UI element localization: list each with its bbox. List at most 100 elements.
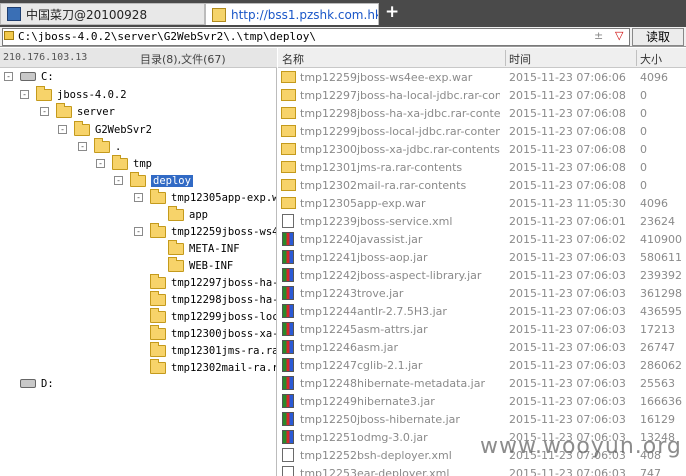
tree-node[interactable]: tmp12302mail-ra.rar-contents xyxy=(134,358,277,376)
file-row[interactable]: tmp12240javassist.jar 2015-11-23 07:06:02… xyxy=(278,231,686,249)
file-row[interactable]: tmp12259jboss-ws4ee-exp.war 2015-11-23 07… xyxy=(278,69,686,87)
tree-node[interactable]: - tmp xyxy=(96,154,152,172)
file-row[interactable]: tmp12242jboss-aspect-library.jar 2015-11-… xyxy=(278,267,686,285)
tree-expander-icon[interactable]: - xyxy=(78,142,87,151)
file-row[interactable]: tmp12253ear-deployer.xml 2015-11-23 07:06… xyxy=(278,465,686,476)
file-row[interactable]: tmp12305app-exp.war 2015-11-23 11:05:30 40… xyxy=(278,195,686,213)
tree-node[interactable]: WEB-INF xyxy=(152,256,233,274)
file-name: tmp12297jboss-ha-local-jdbc.rar-contents xyxy=(300,89,500,102)
file-row[interactable]: tmp12247cglib-2.1.jar 2015-11-23 07:06:03… xyxy=(278,357,686,375)
column-name[interactable]: 名称 xyxy=(282,51,304,67)
file-row[interactable]: tmp12244antlr-2.7.5H3.jar 2015-11-23 07:0… xyxy=(278,303,686,321)
file-row[interactable]: tmp12250jboss-hibernate.jar 2015-11-23 07… xyxy=(278,411,686,429)
tree-node[interactable]: tmp12299jboss-local-jdbc.rar-contents xyxy=(134,307,277,325)
file-row[interactable]: tmp12246asm.jar 2015-11-23 07:06:03 26747 xyxy=(278,339,686,357)
tree-node[interactable]: app xyxy=(152,205,208,223)
tree-expander-icon[interactable]: - xyxy=(20,90,29,99)
tree-node[interactable]: tmp12301jms-ra.rar-contents xyxy=(134,341,276,359)
folder-icon xyxy=(74,120,90,136)
tree-node[interactable]: tmp12300jboss-xa-jdbc.rar-contents xyxy=(134,324,276,342)
tree-node[interactable]: - jboss-4.0.2 xyxy=(20,85,127,103)
directory-tree: - C: - jboss-4.0.2- server - G2WebSvr2-. - tmp - d… xyxy=(0,68,277,476)
folder-icon xyxy=(168,239,184,255)
file-row[interactable]: tmp12297jboss-ha-local-jdbc.rar-contents… xyxy=(278,87,686,105)
tree-node[interactable]: META-INF xyxy=(152,239,240,257)
file-time: 2015-11-23 07:06:03 xyxy=(509,359,626,372)
tree-expander-icon[interactable]: - xyxy=(4,72,13,81)
tree-expander-icon[interactable]: - xyxy=(114,176,123,185)
chevron-down-icon[interactable]: ▽ xyxy=(615,29,623,42)
tab-active-url[interactable]: http://bss1.pzshk.com.hk/ap... xyxy=(205,3,379,25)
file-name: tmp12241jboss-aop.jar xyxy=(300,251,428,264)
tree-node[interactable]: - deploy xyxy=(114,171,193,189)
jar-file-icon xyxy=(282,340,294,354)
app-icon xyxy=(7,7,21,21)
file-row[interactable]: tmp12245asm-attrs.jar 2015-11-23 07:06:03… xyxy=(278,321,686,339)
path-input[interactable]: C:\jboss-4.0.2\server\G2WebSvr2\.\tmp\de… xyxy=(2,28,630,46)
column-divider[interactable] xyxy=(505,50,506,66)
tree-node[interactable]: D: xyxy=(4,375,54,392)
tab-caidao[interactable]: 中国菜刀@20100928 xyxy=(0,3,205,25)
tree-node[interactable]: -. xyxy=(78,137,122,155)
tree-node[interactable]: - tmp12305app-exp.war xyxy=(134,188,276,206)
file-name: tmp12250jboss-hibernate.jar xyxy=(300,413,460,426)
tree-node-label: tmp12302mail-ra.rar-contents xyxy=(171,361,277,374)
file-list-header: 名称 时间 大小 xyxy=(278,48,686,68)
file-row[interactable]: tmp12302mail-ra.rar-contents 2015-11-23 0… xyxy=(278,177,686,195)
tree-node-label: . xyxy=(115,140,122,153)
drive-icon xyxy=(20,379,36,388)
file-name: tmp12299jboss-local-jdbc.rar-contents xyxy=(300,125,500,138)
file-row[interactable]: tmp12299jboss-local-jdbc.rar-contents 201… xyxy=(278,123,686,141)
column-size[interactable]: 大小 xyxy=(640,51,662,67)
folder-icon xyxy=(281,107,296,119)
folder-icon xyxy=(281,71,296,83)
file-row[interactable]: tmp12239jboss-service.xml 2015-11-23 07:0… xyxy=(278,213,686,231)
xml-file-icon xyxy=(282,466,294,476)
tree-node-label: deploy xyxy=(151,174,193,187)
tree-node[interactable]: - tmp12259jboss-ws4ee-exp.war xyxy=(134,222,276,240)
folder-icon xyxy=(281,197,296,209)
tree-expander-icon[interactable]: - xyxy=(58,125,67,134)
file-row[interactable]: tmp12298jboss-ha-xa-jdbc.rar-contents 201… xyxy=(278,105,686,123)
file-name: tmp12243trove.jar xyxy=(300,287,404,300)
file-size: 239392 xyxy=(640,269,682,282)
folder-icon xyxy=(150,324,166,340)
file-size: 0 xyxy=(640,179,647,192)
tree-node[interactable]: - C: xyxy=(4,68,54,85)
tree-node-label: tmp12299jboss-local-jdbc.rar-contents xyxy=(171,310,277,323)
file-row[interactable]: tmp12243trove.jar 2015-11-23 07:06:03 3612… xyxy=(278,285,686,303)
tree-expander-icon[interactable]: - xyxy=(134,227,143,236)
file-row[interactable]: tmp12300jboss-xa-jdbc.rar-contents 2015-1… xyxy=(278,141,686,159)
file-time: 2015-11-23 07:06:03 xyxy=(509,413,626,426)
column-time[interactable]: 时间 xyxy=(509,51,531,67)
file-row[interactable]: tmp12249hibernate3.jar 2015-11-23 07:06:0… xyxy=(278,393,686,411)
column-divider[interactable] xyxy=(636,50,637,66)
file-time: 2015-11-23 07:06:08 xyxy=(509,125,626,138)
file-name: tmp12248hibernate-metadata.jar xyxy=(300,377,486,390)
xml-file-icon xyxy=(282,448,294,462)
file-row[interactable]: tmp12301jms-ra.rar-contents 2015-11-23 07… xyxy=(278,159,686,177)
tree-node[interactable]: tmp12298jboss-ha-xa-jdbc.rar-contents xyxy=(134,290,276,308)
tree-expander-icon[interactable]: - xyxy=(40,107,49,116)
file-name: tmp12245asm-attrs.jar xyxy=(300,323,428,336)
tree-node[interactable]: tmp12297jboss-ha-local-jdbc.rar-contents xyxy=(134,273,276,291)
folder-icon xyxy=(212,7,226,22)
tree-node[interactable]: - G2WebSvr2 xyxy=(58,120,152,138)
file-name: tmp12300jboss-xa-jdbc.rar-contents xyxy=(300,143,500,156)
tree-node-label: C: xyxy=(41,70,54,83)
file-size: 580611 xyxy=(640,251,682,264)
path-control-icon[interactable]: ± xyxy=(594,29,603,42)
file-list: tmp12259jboss-ws4ee-exp.war 2015-11-23 07… xyxy=(278,69,686,476)
tree-node[interactable]: - server xyxy=(40,102,115,120)
file-name: tmp12244antlr-2.7.5H3.jar xyxy=(300,305,447,318)
file-row[interactable]: tmp12248hibernate-metadata.jar 2015-11-23… xyxy=(278,375,686,393)
folder-icon xyxy=(4,31,14,40)
file-name: tmp12246asm.jar xyxy=(300,341,399,354)
tree-expander-icon[interactable]: - xyxy=(96,159,105,168)
file-size: 166636 xyxy=(640,395,682,408)
file-row[interactable]: tmp12241jboss-aop.jar 2015-11-23 07:06:03… xyxy=(278,249,686,267)
drive-icon xyxy=(20,72,36,81)
new-tab-button[interactable]: + xyxy=(385,2,399,22)
read-button[interactable]: 读取 xyxy=(632,28,684,46)
tree-expander-icon[interactable]: - xyxy=(134,193,143,202)
